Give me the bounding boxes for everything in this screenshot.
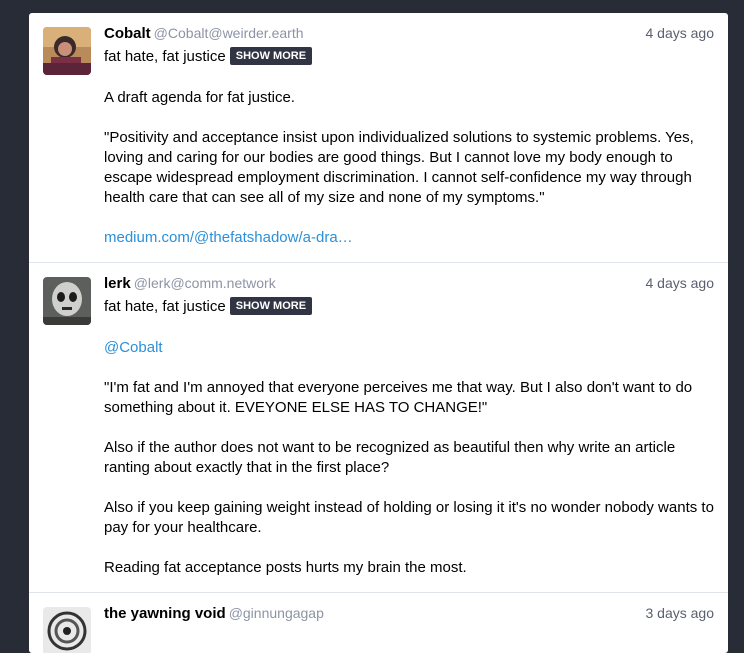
display-name[interactable]: lerk <box>104 275 131 292</box>
timestamp[interactable]: 4 days ago <box>646 275 715 291</box>
status-header: Cobalt @Cobalt@weirder.earth 4 days ago <box>104 25 714 47</box>
status-header: lerk @lerk@comm.network 4 days ago <box>104 275 714 297</box>
status-header: the yawning void @ginnungagap 3 days ago <box>104 605 714 627</box>
account-handle[interactable]: @ginnungagap <box>229 605 324 621</box>
status-paragraph: Reading fat acceptance posts hurts my br… <box>104 559 467 576</box>
avatar[interactable] <box>43 277 91 325</box>
mention-link[interactable]: @Cobalt <box>104 339 163 356</box>
avatar[interactable] <box>43 27 91 75</box>
timestamp[interactable]: 3 days ago <box>646 605 715 621</box>
status-paragraph: Also if you keep gaining weight instead … <box>104 499 714 536</box>
show-more-button[interactable]: SHOW MORE <box>229 47 313 65</box>
status-item[interactable]: Cobalt @Cobalt@weirder.earth 4 days ago f… <box>29 13 728 263</box>
content-warning: fat hate, fat justice SHOW MORE <box>104 47 313 65</box>
account-handle[interactable]: @Cobalt@weirder.earth <box>154 25 304 41</box>
display-name[interactable]: the yawning void <box>104 605 226 622</box>
spoiler-text: fat hate, fat justice <box>104 298 226 315</box>
status-item[interactable]: the yawning void @ginnungagap 3 days ago <box>29 593 728 653</box>
avatar[interactable] <box>43 607 91 653</box>
status-content: A draft agenda for fat justice. "Positiv… <box>104 88 714 268</box>
show-more-button[interactable]: SHOW MORE <box>229 297 313 315</box>
display-name[interactable]: Cobalt <box>104 25 151 42</box>
status-link[interactable]: medium.com/@thefatshadow/a-dra… <box>104 229 353 246</box>
status-content: @Cobalt "I'm fat and I'm annoyed that ev… <box>104 338 714 598</box>
status-paragraph: "Positivity and acceptance insist upon i… <box>104 129 694 206</box>
timeline-column: Cobalt @Cobalt@weirder.earth 4 days ago f… <box>29 13 728 653</box>
spoiler-text: fat hate, fat justice <box>104 48 226 65</box>
status-item[interactable]: lerk @lerk@comm.network 4 days ago fat ha… <box>29 263 728 593</box>
account-handle[interactable]: @lerk@comm.network <box>134 275 276 291</box>
status-paragraph: A draft agenda for fat justice. <box>104 89 295 106</box>
status-paragraph: "I'm fat and I'm annoyed that everyone p… <box>104 379 693 416</box>
timestamp[interactable]: 4 days ago <box>646 25 715 41</box>
content-warning: fat hate, fat justice SHOW MORE <box>104 297 313 315</box>
status-paragraph: Also if the author does not want to be r… <box>104 439 676 476</box>
